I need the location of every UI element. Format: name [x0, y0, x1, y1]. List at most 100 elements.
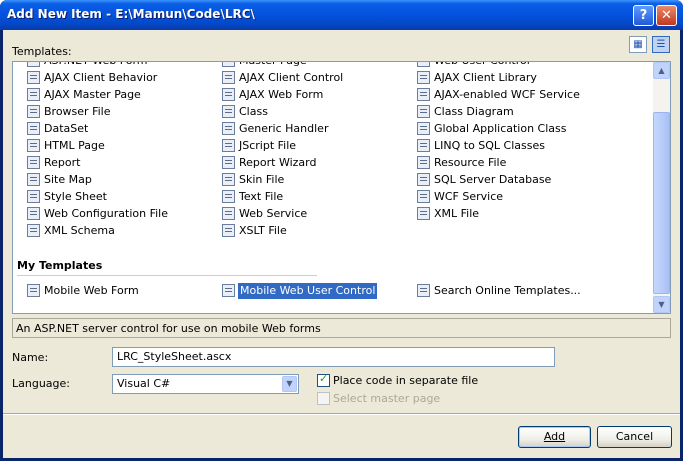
template-item-label: Skin File: [239, 173, 285, 186]
template-file-icon: [417, 62, 430, 67]
template-item-label: HTML Page: [44, 139, 105, 152]
template-file-icon: [417, 139, 430, 152]
template-file-icon: [417, 156, 430, 169]
help-button[interactable]: ?: [633, 5, 654, 26]
template-item-label: ASP.NET Web Form: [44, 62, 148, 69]
template-file-icon: [222, 122, 235, 135]
language-select[interactable]: Visual C# ▼: [112, 374, 299, 394]
cancel-button-label: Cancel: [615, 430, 654, 443]
close-icon: ✕: [661, 8, 672, 23]
template-item-label: Report: [44, 156, 81, 169]
template-item-label: AJAX Web Form: [239, 88, 324, 101]
template-item-label: Browser File: [44, 105, 111, 118]
large-icons-view-button[interactable]: ▦: [629, 36, 647, 53]
my-templates-header: My Templates: [17, 259, 103, 272]
template-item-label: XSLT File: [239, 224, 287, 237]
chevron-down-icon: ▼: [286, 379, 293, 388]
template-file-icon: [222, 139, 235, 152]
small-icons-view-button[interactable]: ☰: [652, 36, 670, 53]
template-file-icon: [27, 284, 40, 297]
template-file-icon: [222, 224, 235, 237]
template-item-label: JScript File: [239, 139, 297, 152]
cancel-button[interactable]: Cancel: [597, 426, 672, 448]
template-item-label: Search Online Templates...: [434, 284, 581, 297]
template-item-label: SQL Server Database: [434, 173, 552, 186]
template-item-label: AJAX Client Library: [434, 71, 537, 84]
template-item-label: Text File: [239, 190, 284, 203]
template-item-label: Site Map: [44, 173, 92, 186]
template-file-icon: [27, 71, 40, 84]
scroll-down-button[interactable]: ▼: [653, 296, 670, 313]
template-file-icon: [27, 207, 40, 220]
templates-label: Templates:: [12, 45, 72, 58]
template-file-icon: [417, 122, 430, 135]
template-item-label: XML File: [434, 207, 480, 220]
template-file-icon: [27, 156, 40, 169]
add-button[interactable]: Add: [518, 426, 591, 448]
template-file-icon: [417, 105, 430, 118]
template-item-label: Class Diagram: [434, 105, 514, 118]
template-file-icon: [27, 122, 40, 135]
template-file-icon: [417, 173, 430, 186]
template-file-icon: [27, 62, 40, 67]
template-item-label: Web Configuration File: [44, 207, 168, 220]
template-item-label: Class: [239, 105, 268, 118]
chevron-down-icon: ▼: [658, 300, 665, 309]
template-item-label: Resource File: [434, 156, 507, 169]
template-item-label: WCF Service: [434, 190, 504, 203]
template-file-icon: [417, 88, 430, 101]
select-master-checkbox[interactable]: [317, 392, 330, 405]
template-file-icon: [27, 105, 40, 118]
template-description: An ASP.NET server control for use on mob…: [12, 318, 671, 338]
template-file-icon: [27, 190, 40, 203]
template-item-label: AJAX-enabled WCF Service: [434, 88, 580, 101]
template-file-icon: [417, 190, 430, 203]
my-templates-divider: [17, 275, 317, 276]
template-file-icon: [222, 105, 235, 118]
template-file-icon: [222, 156, 235, 169]
templates-list[interactable]: ASP.NET Web Form Master Page Web User Cont…: [12, 61, 671, 314]
template-file-icon: [222, 71, 235, 84]
large-icons-view-icon: ▦: [633, 39, 643, 50]
template-file-icon: [417, 71, 430, 84]
template-file-icon: [222, 284, 235, 297]
name-input[interactable]: LRC_StyleSheet.ascx: [112, 347, 555, 367]
scroll-up-button[interactable]: ▲: [653, 62, 670, 79]
place-code-label[interactable]: Place code in separate file: [333, 374, 478, 387]
template-item-label: Web Service: [239, 207, 308, 220]
language-dropdown-button[interactable]: ▼: [282, 376, 297, 392]
template-file-icon: [222, 62, 235, 67]
template-item-label: DataSet: [44, 122, 89, 135]
name-label: Name:: [12, 351, 49, 364]
place-code-checkbox[interactable]: [317, 372, 330, 387]
add-button-label: Add: [543, 430, 566, 443]
add-new-item-dialog: Add New Item - E:\Mamun\Code\LRC\ ? ✕ Te…: [0, 0, 683, 461]
template-item-label: Mobile Web User Control: [236, 282, 379, 300]
template-item-label: AJAX Master Page: [44, 88, 141, 101]
window-title: Add New Item - E:\Mamun\Code\LRC\: [7, 7, 255, 21]
template-file-icon: [222, 173, 235, 186]
template-item-label: AJAX Client Control: [239, 71, 344, 84]
button-divider: [3, 413, 680, 415]
template-file-icon: [27, 224, 40, 237]
template-item-label: Mobile Web Form: [44, 284, 139, 297]
chevron-up-icon: ▲: [658, 66, 665, 75]
template-item-label: Master Page: [239, 62, 307, 69]
template-file-icon: [27, 88, 40, 101]
template-file-icon: [222, 88, 235, 101]
template-file-icon: [222, 207, 235, 220]
template-item-label: Report Wizard: [239, 156, 317, 169]
select-master-label[interactable]: Select master page: [333, 392, 440, 405]
template-item-label: LINQ to SQL Classes: [434, 139, 545, 152]
template-file-icon: [417, 284, 430, 297]
template-file-icon: [27, 173, 40, 186]
close-button[interactable]: ✕: [656, 5, 677, 26]
template-item-label: Global Application Class: [434, 122, 567, 135]
scroll-thumb[interactable]: [653, 112, 670, 294]
template-item-label: Style Sheet: [44, 190, 107, 203]
template-file-icon: [27, 139, 40, 152]
template-item-label: XML Schema: [44, 224, 115, 237]
templates-scrollbar[interactable]: ▲ ▼: [653, 62, 670, 313]
language-label: Language:: [12, 377, 70, 390]
title-bar[interactable]: Add New Item - E:\Mamun\Code\LRC\ ? ✕: [0, 0, 683, 30]
